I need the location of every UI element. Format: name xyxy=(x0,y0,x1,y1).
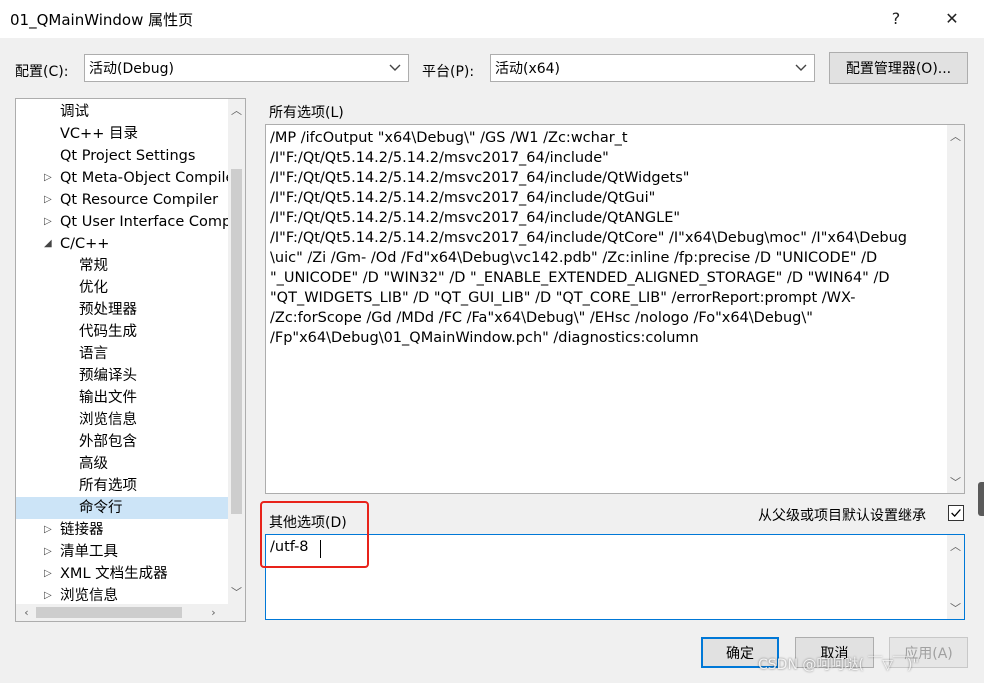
tree-item[interactable]: ▷ Qt User Interface Compiler xyxy=(16,211,245,233)
scroll-up-icon[interactable]: ︿ xyxy=(228,101,245,118)
tree-item-label: 常规 xyxy=(79,258,108,274)
tree-item[interactable]: ▷ 清单工具 xyxy=(16,541,228,563)
scroll-down-icon[interactable]: ﹀ xyxy=(947,599,964,616)
tree-item-label: C/C++ xyxy=(60,236,110,252)
option-line: /I"F:/Qt/Qt5.14.2/5.14.2/msvc2017_64/inc… xyxy=(270,230,907,246)
check-icon xyxy=(951,509,961,518)
help-button[interactable]: ? xyxy=(876,3,916,33)
tree-item[interactable]: 代码生成 xyxy=(16,321,228,343)
collapsed-arrow-icon[interactable]: ▷ xyxy=(44,189,52,211)
tree-item-label: Qt Resource Compiler xyxy=(60,192,219,208)
tree-hscrollbar[interactable]: ‹ › xyxy=(16,604,245,621)
all-options-textarea[interactable]: /MP /ifcOutput "x64\Debug\" /GS /W1 /Zc:… xyxy=(265,124,965,494)
tree-item[interactable]: ▷ Qt Resource Compiler xyxy=(16,189,228,211)
tree-vscrollbar[interactable]: ︿ ﹀ xyxy=(228,99,245,604)
tree-item-label: 代码生成 xyxy=(79,324,137,340)
scroll-up-icon[interactable]: ︿ xyxy=(947,127,964,144)
tree-item[interactable]: 调试 xyxy=(16,101,228,123)
collapsed-arrow-icon[interactable]: ▷ xyxy=(44,563,52,585)
tree-item-label: 命令行 xyxy=(79,500,123,516)
tree-item[interactable]: 外部包含 xyxy=(16,431,228,453)
option-line: /I"F:/Qt/Qt5.14.2/5.14.2/msvc2017_64/inc… xyxy=(270,190,656,206)
tree-item[interactable]: 输出文件 xyxy=(16,387,228,409)
chevron-down-icon xyxy=(389,64,401,71)
tree-item-label: VC++ 目录 xyxy=(60,126,138,142)
window-title: 01_QMainWindow 属性页 xyxy=(10,11,194,29)
collapsed-arrow-icon[interactable]: ▷ xyxy=(44,211,52,233)
tree-item-label: 调试 xyxy=(60,104,89,120)
scroll-up-icon[interactable]: ︿ xyxy=(947,537,964,554)
tree-item-label: Qt Meta-Object Compiler xyxy=(60,170,241,186)
all-options-vscrollbar[interactable]: ︿ ﹀ xyxy=(947,125,964,493)
expanded-arrow-icon[interactable]: ◢ xyxy=(44,233,52,255)
config-label: 配置(C): xyxy=(15,64,69,80)
tree-vscroll-thumb[interactable] xyxy=(231,169,242,514)
tree-item[interactable]: 命令行 xyxy=(16,497,228,519)
chevron-down-icon xyxy=(795,64,807,71)
tree-item-label: Qt User Interface Compiler xyxy=(60,214,246,230)
tree-item-label: 所有选项 xyxy=(79,478,137,494)
option-line: /Fp"x64\Debug\01_QMainWindow.pch" /diagn… xyxy=(270,330,699,346)
platform-label: 平台(P): xyxy=(422,64,475,80)
tree-item[interactable]: 所有选项 xyxy=(16,475,228,497)
tree-item-label: Qt Project Settings xyxy=(60,148,196,164)
tree-item[interactable]: ▷ Qt Meta-Object Compiler xyxy=(16,167,240,189)
option-line: /I"F:/Qt/Qt5.14.2/5.14.2/msvc2017_64/inc… xyxy=(270,210,681,226)
scroll-down-icon[interactable]: ﹀ xyxy=(228,583,245,600)
tree-item-label: 语言 xyxy=(79,346,108,362)
highlight-box xyxy=(260,501,369,568)
other-options-input[interactable]: /utf-8 ︿ ﹀ xyxy=(265,534,965,620)
other-options-vscrollbar[interactable]: ︿ ﹀ xyxy=(947,535,964,619)
tree-item[interactable]: ▷ 链接器 xyxy=(16,519,228,541)
tree-item[interactable]: 预编译头 xyxy=(16,365,228,387)
tree-item-label: 输出文件 xyxy=(79,390,137,406)
tree-item[interactable]: ▷ XML 文档生成器 xyxy=(16,563,228,585)
tree-item[interactable]: VC++ 目录 xyxy=(16,123,228,145)
tree-item[interactable]: Qt Project Settings xyxy=(16,145,228,167)
scroll-left-icon[interactable]: ‹ xyxy=(18,604,35,621)
scroll-right-icon[interactable]: › xyxy=(205,604,222,621)
config-value: 活动(Debug) xyxy=(89,61,174,77)
tree-item-label: 预编译头 xyxy=(79,368,137,384)
scroll-down-icon[interactable]: ﹀ xyxy=(947,473,964,490)
tree-item-label: 清单工具 xyxy=(60,544,118,560)
option-line: /I"F:/Qt/Qt5.14.2/5.14.2/msvc2017_64/inc… xyxy=(270,150,609,166)
tree-item-label: 外部包含 xyxy=(79,434,137,450)
tree-item-label: 优化 xyxy=(79,280,108,296)
inherit-checkbox[interactable] xyxy=(948,505,964,521)
option-line: /Zc:forScope /Gd /MDd /FC /Fa"x64\Debug\… xyxy=(270,310,813,326)
collapsed-arrow-icon[interactable]: ▷ xyxy=(44,519,52,541)
tree-item[interactable]: ◢ C/C++ xyxy=(16,233,228,255)
tree-item-label: 预处理器 xyxy=(79,302,137,318)
config-combo[interactable]: 活动(Debug) xyxy=(84,54,409,82)
tree-item[interactable]: 高级 xyxy=(16,453,228,475)
tree-item[interactable]: 浏览信息 xyxy=(16,409,228,431)
tree-item[interactable]: 优化 xyxy=(16,277,228,299)
option-line: \uic" /Zi /Gm- /Od /Fd"x64\Debug\vc142.p… xyxy=(270,250,878,266)
option-line: /MP /ifcOutput "x64\Debug\" /GS /W1 /Zc:… xyxy=(270,130,628,146)
tree-item-label: 高级 xyxy=(79,456,108,472)
collapsed-arrow-icon[interactable]: ▷ xyxy=(44,541,52,563)
config-manager-button[interactable]: 配置管理器(O)... xyxy=(829,52,968,84)
side-handle[interactable] xyxy=(978,482,984,516)
option-line: "QT_WIDGETS_LIB" /D "QT_GUI_LIB" /D "QT_… xyxy=(270,290,856,306)
platform-combo[interactable]: 活动(x64) xyxy=(490,54,815,82)
tree-item[interactable]: 预处理器 xyxy=(16,299,228,321)
tree-item-label: XML 文档生成器 xyxy=(60,566,168,582)
option-line: "_UNICODE" /D "WIN32" /D "_ENABLE_EXTEND… xyxy=(270,270,890,286)
tree-item[interactable]: 语言 xyxy=(16,343,228,365)
tree-item[interactable]: 常规 xyxy=(16,255,228,277)
tree-item-label: 浏览信息 xyxy=(79,412,137,428)
tree-item-label: 链接器 xyxy=(60,522,104,538)
option-line: /I"F:/Qt/Qt5.14.2/5.14.2/msvc2017_64/inc… xyxy=(270,170,690,186)
close-button[interactable]: ✕ xyxy=(932,3,972,33)
inherit-label: 从父级或项目默认设置继承 xyxy=(758,508,926,524)
all-options-label: 所有选项(L) xyxy=(269,105,344,121)
close-icon: ✕ xyxy=(945,8,959,28)
property-tree: 调试 VC++ 目录 Qt Project Settings ▷ Qt Meta-Obj… xyxy=(15,98,246,622)
watermark-text: CSDN @呵呵哒( ￣▽￣)" xyxy=(758,657,919,673)
collapsed-arrow-icon[interactable]: ▷ xyxy=(44,167,52,189)
platform-value: 活动(x64) xyxy=(495,61,561,77)
tree-hscroll-thumb[interactable] xyxy=(36,607,182,618)
